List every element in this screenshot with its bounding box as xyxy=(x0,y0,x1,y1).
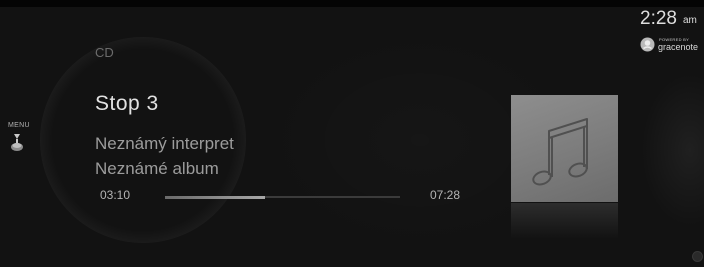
status-indicator-icon xyxy=(692,251,703,262)
total-duration: 07:28 xyxy=(430,188,461,202)
clock-ampm: am xyxy=(683,15,697,26)
elapsed-time: 03:10 xyxy=(100,188,131,202)
album-art xyxy=(511,95,618,202)
album-art-reflection xyxy=(511,203,618,239)
track-title: Stop 3 xyxy=(95,92,159,115)
clock-time: 2:28 xyxy=(640,8,677,29)
progress-bar xyxy=(165,195,400,199)
source-label: CD xyxy=(95,45,114,60)
top-band xyxy=(0,0,704,7)
album-name: Neznámé album xyxy=(95,159,219,178)
progress-fill xyxy=(165,195,265,199)
gracenote-brand: gracenote xyxy=(658,42,699,52)
music-note-icon xyxy=(532,118,588,186)
media-screen: MENU CD Stop 3 Neznámý interpret Neznámé… xyxy=(0,0,704,267)
menu-label[interactable]: MENU xyxy=(8,122,30,129)
gracenote-logo-icon xyxy=(640,37,655,52)
artist-name: Neznámý interpret xyxy=(95,134,234,153)
commander-knob-down-icon[interactable] xyxy=(10,133,24,153)
